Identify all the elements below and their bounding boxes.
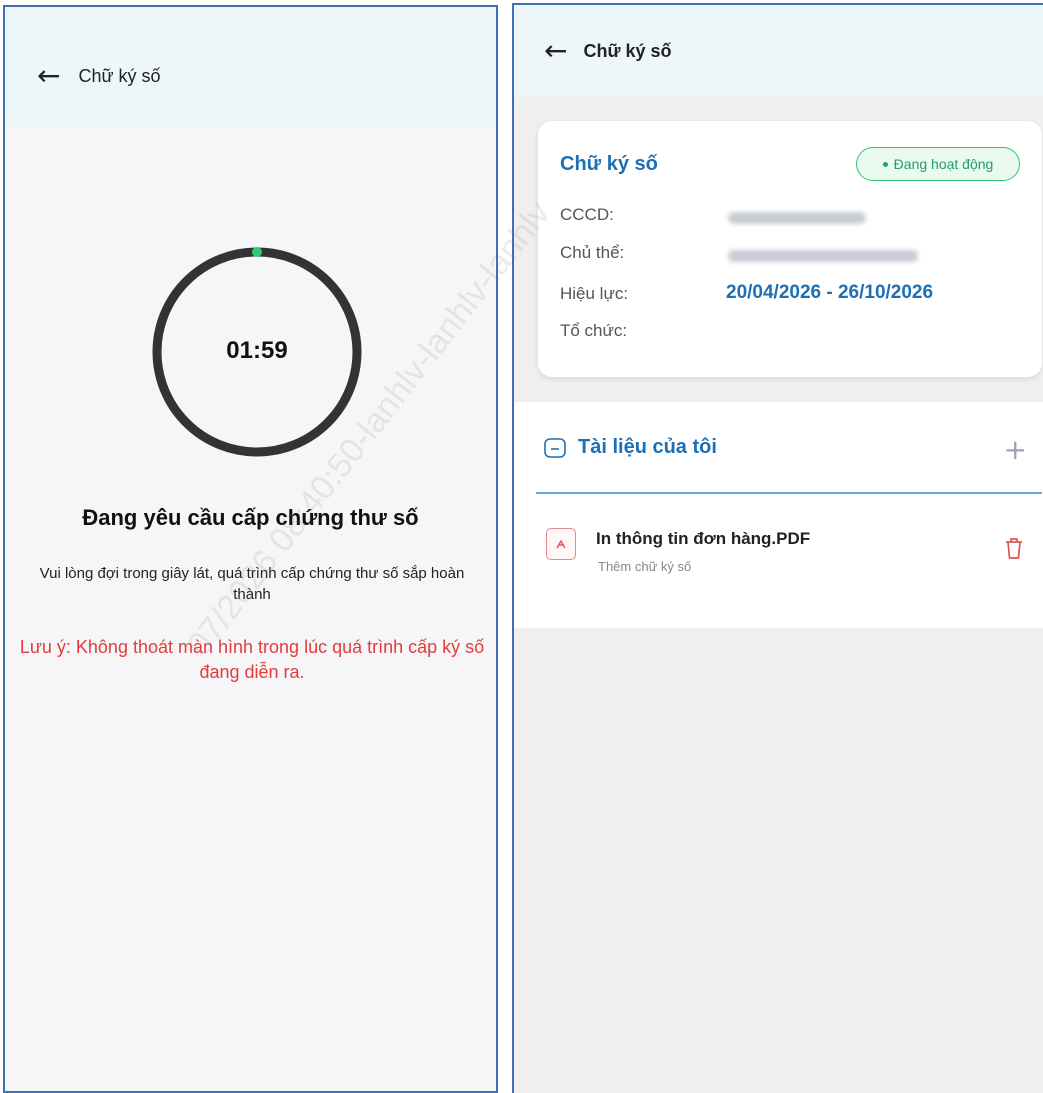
signature-card: Chữ ký số Đang hoạt động CCCD: Chủ thể: …	[538, 121, 1042, 377]
field-label-subject: Chủ thể:	[560, 243, 625, 262]
warning-note: Lưu ý: Không thoát màn hình trong lúc qu…	[19, 637, 485, 682]
field-value-validity: 20/04/2026 - 26/10/2026	[726, 282, 934, 303]
back-arrow-icon[interactable]: ←	[37, 62, 60, 90]
left-header-title: Chữ ký số	[78, 65, 161, 86]
documents-section: Tài liệu của tôi + In thông tin đơn hàng…	[514, 402, 1043, 628]
back-arrow-icon[interactable]: ←	[544, 37, 567, 65]
countdown-timer: 01:59	[226, 337, 288, 364]
documents-title: Tài liệu của tôi	[578, 436, 717, 458]
field-label-validity: Hiệu lực:	[560, 284, 629, 303]
left-app-header: ← Chữ ký số	[5, 7, 496, 125]
field-value-cccd-redacted	[728, 212, 866, 224]
pdf-file-icon	[546, 528, 576, 560]
trash-icon[interactable]	[1003, 535, 1025, 561]
add-document-icon[interactable]: +	[1004, 436, 1027, 464]
add-signature-link[interactable]: Thêm chữ ký số	[598, 559, 691, 574]
countdown-indicator-icon	[252, 247, 262, 257]
list-item[interactable]: In thông tin đơn hàng.PDF Thêm chữ ký số	[514, 517, 1043, 577]
request-description: Vui lòng đợi trong giây lát, quá trình c…	[39, 565, 465, 603]
document-name: In thông tin đơn hàng.PDF	[596, 529, 811, 548]
signature-card-title: Chữ ký số	[560, 153, 658, 175]
field-label-organization: Tổ chức:	[560, 321, 628, 340]
canvas: ← Chữ ký số 01:59 Đang yêu cầu cấp chứng…	[0, 0, 1043, 1093]
folder-icon	[544, 437, 566, 458]
left-screen: ← Chữ ký số 01:59 Đang yêu cầu cấp chứng…	[3, 5, 498, 1093]
status-label: Đang hoạt động	[893, 156, 994, 172]
field-label-cccd: CCCD:	[560, 205, 614, 224]
right-app-header: ← Chữ ký số	[514, 5, 1043, 97]
field-value-subject-redacted	[728, 250, 918, 262]
request-heading: Đang yêu cầu cấp chứng thư số	[82, 505, 419, 530]
right-screen: ← Chữ ký số Chữ ký số Đang hoạt động CCC…	[512, 3, 1043, 1093]
divider	[536, 492, 1042, 494]
right-header-title: Chữ ký số	[583, 40, 672, 61]
documents-header: Tài liệu của tôi	[544, 436, 717, 459]
status-badge: Đang hoạt động	[856, 147, 1020, 181]
status-dot-icon	[882, 161, 888, 167]
